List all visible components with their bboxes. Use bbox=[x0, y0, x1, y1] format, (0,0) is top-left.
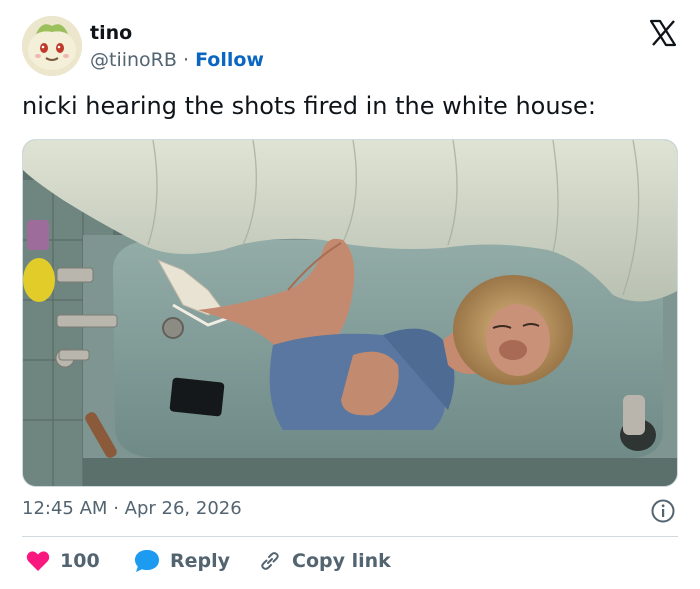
tweet-text: nicki hearing the shots fired in the whi… bbox=[22, 92, 596, 120]
separator-dot: · bbox=[182, 49, 190, 71]
separator-dot: · bbox=[113, 498, 119, 519]
copy-link-label: Copy link bbox=[292, 550, 391, 572]
author-handle-line: @tiinoRB · Follow bbox=[90, 49, 264, 71]
info-icon[interactable] bbox=[650, 498, 676, 524]
x-logo-icon[interactable] bbox=[648, 18, 678, 48]
copy-link-button[interactable]: Copy link bbox=[258, 544, 391, 578]
avatar[interactable] bbox=[22, 16, 82, 76]
divider bbox=[22, 536, 678, 537]
tweet-header: tino @tiinoRB · Follow bbox=[22, 14, 680, 78]
reply-button[interactable]: Reply bbox=[134, 544, 230, 578]
tweet-time: 12:45 AM bbox=[22, 498, 108, 519]
tweet-date: Apr 26, 2026 bbox=[124, 498, 242, 519]
speech-bubble-icon bbox=[135, 550, 159, 572]
like-button[interactable]: 100 bbox=[26, 544, 100, 578]
tweet-timestamp[interactable]: 12:45 AM · Apr 26, 2026 bbox=[22, 498, 242, 519]
tweet-media-image[interactable] bbox=[22, 139, 678, 487]
reply-label: Reply bbox=[170, 550, 231, 572]
tweet-actions: 100 Reply Copy link bbox=[22, 544, 678, 578]
follow-button[interactable]: Follow bbox=[195, 49, 264, 71]
author-handle[interactable]: @tiinoRB bbox=[90, 49, 177, 71]
like-count: 100 bbox=[60, 550, 100, 572]
heart-icon bbox=[26, 551, 50, 571]
author-display-name[interactable]: tino bbox=[90, 22, 132, 44]
link-icon bbox=[261, 552, 279, 570]
